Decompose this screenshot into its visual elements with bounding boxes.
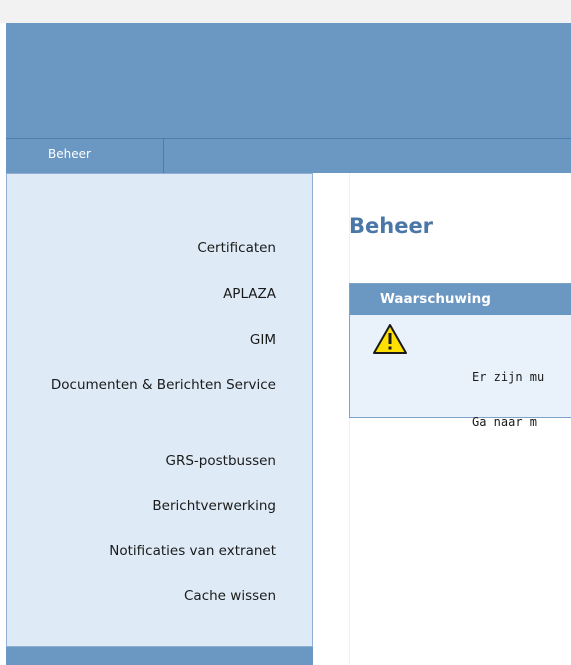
- warning-message-line1: Er zijn mu: [472, 370, 545, 384]
- warning-message-line2: Ga naar m: [472, 415, 538, 429]
- warning-triangle-icon: [372, 323, 408, 355]
- sidebar-footer: [6, 647, 313, 665]
- top-strip: [0, 0, 571, 23]
- sidebar-item-grs-postbussen[interactable]: GRS-postbussen: [166, 452, 277, 470]
- sidebar-item-documenten-berichten-service[interactable]: Documenten & Berichten Service: [36, 376, 276, 394]
- sidebar-item-cache-wissen[interactable]: Cache wissen: [184, 587, 276, 605]
- sidebar-item-certificaten[interactable]: Certificaten: [197, 239, 276, 257]
- warning-box: Waarschuwing Er zijn mu Ga naar m: [349, 283, 571, 429]
- sidebar-item-gim[interactable]: GIM: [250, 331, 276, 349]
- nav-bar: Beheer: [6, 138, 571, 173]
- warning-header: Waarschuwing: [350, 284, 571, 315]
- page-title: Beheer: [349, 214, 434, 238]
- sidebar: Certificaten APLAZA GIM Documenten & Ber…: [6, 173, 313, 647]
- sidebar-item-notificaties-van-extranet[interactable]: Notificaties van extranet: [109, 542, 276, 560]
- content-divider: [349, 173, 350, 665]
- sidebar-item-berichtverwerking[interactable]: Berichtverwerking: [152, 497, 276, 515]
- warning-message: Er zijn mu Ga naar m: [472, 340, 544, 460]
- tab-beheer[interactable]: Beheer: [6, 139, 164, 173]
- header-banner: [6, 23, 571, 138]
- sidebar-item-aplaza[interactable]: APLAZA: [223, 285, 276, 303]
